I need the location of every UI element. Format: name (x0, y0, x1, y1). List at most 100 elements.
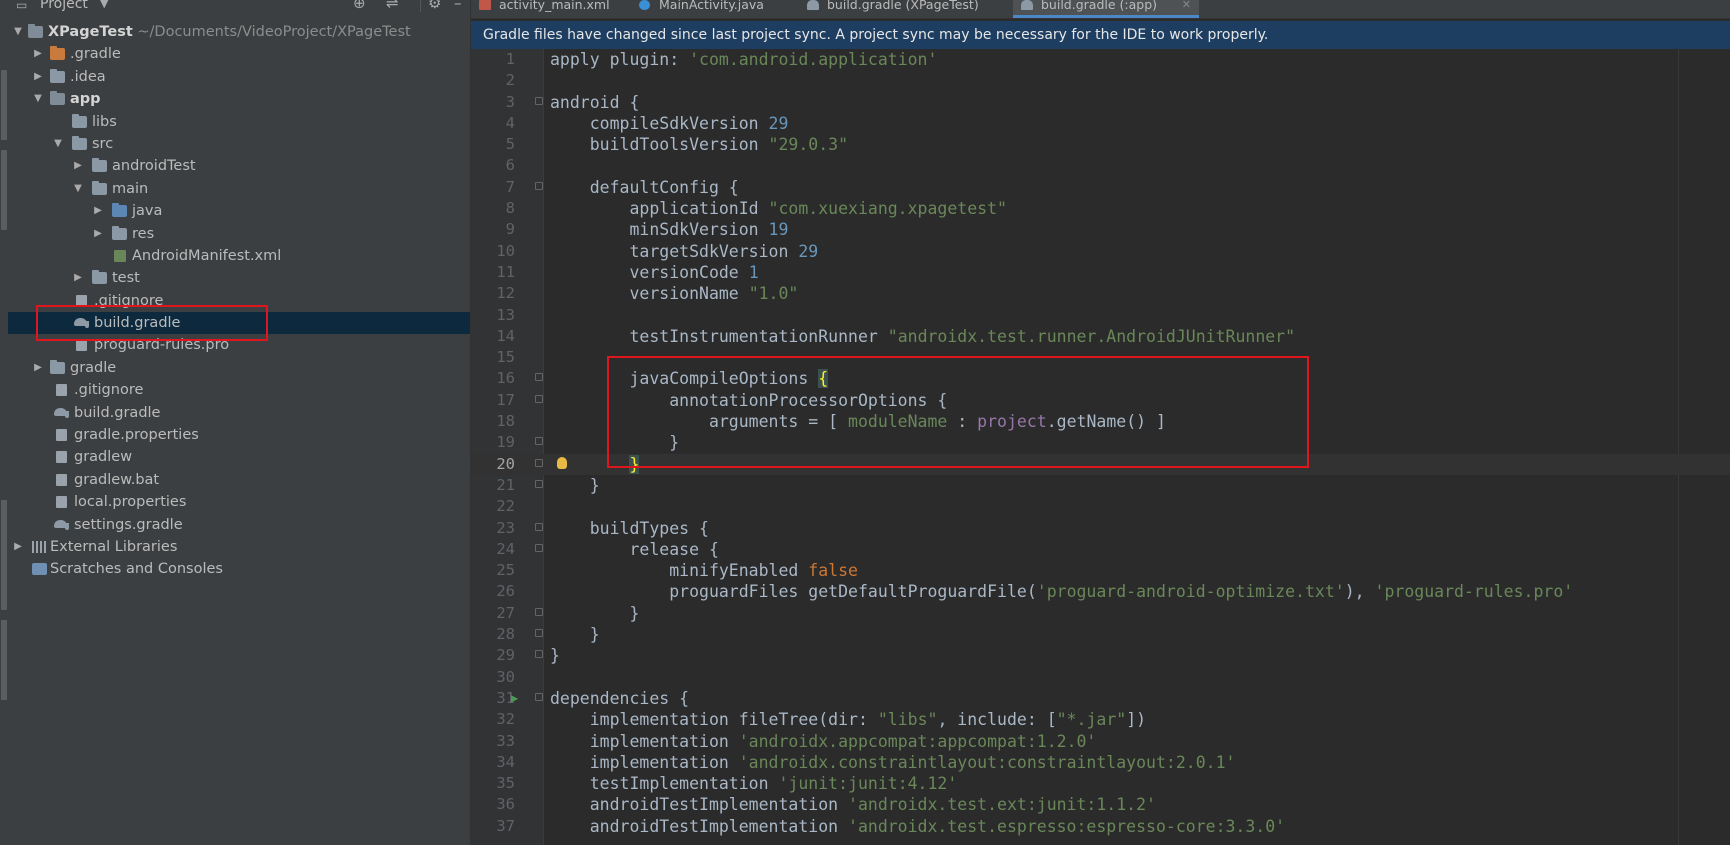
code-line[interactable]: 14 testInstrumentationRunner "androidx.t… (471, 326, 1730, 347)
tree-item-res[interactable]: ▶ res (8, 223, 470, 245)
tree-item-main[interactable]: ▼ main (8, 178, 470, 200)
code-line[interactable]: 30 (471, 667, 1730, 688)
code-line[interactable]: 15 (471, 347, 1730, 368)
tree-item-proguard-rules[interactable]: proguard-rules.pro (8, 334, 470, 356)
fold-marker-icon[interactable] (535, 458, 543, 467)
chevron-down-icon[interactable]: ▼ (72, 178, 84, 200)
chevron-down-icon[interactable]: ▼ (32, 88, 44, 110)
chevron-down-icon[interactable]: ▼ (100, 0, 108, 11)
tree-item-scratches[interactable]: Scratches and Consoles (8, 558, 470, 580)
chevron-right-icon[interactable]: ▶ (12, 536, 24, 558)
code-line[interactable]: 3 android { (471, 92, 1730, 113)
tree-item-dot-gradle[interactable]: ▶ .gradle (8, 43, 470, 65)
gear-icon[interactable]: ⚙ (428, 0, 441, 11)
code-line[interactable]: 36 androidTestImplementation 'androidx.t… (471, 794, 1730, 815)
tree-item-idea[interactable]: ▶ .idea (8, 66, 470, 88)
tab-mainactivity-java[interactable]: MainActivity.java (631, 0, 799, 18)
fold-marker-icon[interactable] (535, 650, 543, 659)
tree-item-app[interactable]: ▼ app (8, 88, 470, 110)
tree-item-src[interactable]: ▼ src (8, 133, 470, 155)
code-line[interactable]: 18 arguments = [ moduleName : project.ge… (471, 411, 1730, 432)
tree-item-root-build-gradle[interactable]: build.gradle (8, 402, 470, 424)
chevron-right-icon[interactable]: ▶ (32, 43, 44, 65)
project-panel-title[interactable]: Project (40, 0, 88, 11)
code-line[interactable]: 28 } (471, 624, 1730, 645)
code-line[interactable]: 4 compileSdkVersion 29 (471, 113, 1730, 134)
code-line[interactable]: 35 testImplementation 'junit:junit:4.12' (471, 773, 1730, 794)
chevron-down-icon[interactable]: ▼ (52, 133, 64, 155)
code-line[interactable]: 13 (471, 305, 1730, 326)
code-line[interactable]: 26 proguardFiles getDefaultProguardFile(… (471, 581, 1730, 602)
collapse-icon[interactable]: ⇌ (386, 0, 399, 11)
code-lines[interactable]: 1 apply plugin: 'com.android.application'… (471, 49, 1730, 837)
tab-build-gradle-xpagetest[interactable]: build.gradle (XPageTest) (799, 0, 1013, 18)
target-icon[interactable]: ⊕ (353, 0, 366, 11)
code-line[interactable]: 25 minifyEnabled false (471, 560, 1730, 581)
tree-item-gradle-folder[interactable]: ▶ gradle (8, 357, 470, 379)
tree-item-gradle-properties[interactable]: gradle.properties (8, 424, 470, 446)
code-line[interactable]: 37 androidTestImplementation 'androidx.t… (471, 816, 1730, 837)
code-line[interactable]: 19 } (471, 432, 1730, 453)
chevron-right-icon[interactable]: ▶ (32, 357, 44, 379)
tree-item-androidtest[interactable]: ▶ androidTest (8, 155, 470, 177)
tree-item-root-gitignore[interactable]: .gitignore (8, 379, 470, 401)
tree-item-androidmanifest[interactable]: AndroidManifest.xml (8, 245, 470, 267)
code-line[interactable]: 7 defaultConfig { (471, 177, 1730, 198)
tree-item-java[interactable]: ▶ java (8, 200, 470, 222)
fold-marker-icon[interactable] (535, 692, 543, 701)
fold-marker-icon[interactable] (535, 607, 543, 616)
code-line[interactable]: 2 (471, 70, 1730, 91)
code-line[interactable]: 1 apply plugin: 'com.android.application' (471, 49, 1730, 70)
tree-item-app-build-gradle[interactable]: build.gradle (8, 312, 470, 335)
fold-marker-icon[interactable] (535, 373, 543, 382)
project-tool-tab[interactable] (1, 70, 7, 140)
tree-item-test[interactable]: ▶ test (8, 267, 470, 289)
code-line[interactable]: 22 (471, 496, 1730, 517)
code-line[interactable]: 32 implementation fileTree(dir: "libs", … (471, 709, 1730, 730)
code-line[interactable]: 8 applicationId "com.xuexiang.xpagetest" (471, 198, 1730, 219)
tree-item-gradlew-bat[interactable]: gradlew.bat (8, 469, 470, 491)
code-line[interactable]: 9 minSdkVersion 19 (471, 219, 1730, 240)
fold-marker-icon[interactable] (535, 522, 543, 531)
tree-item-gradlew[interactable]: gradlew (8, 446, 470, 468)
code-line[interactable]: 27 } (471, 603, 1730, 624)
close-icon[interactable]: ✕ (1182, 0, 1191, 11)
run-gutter-icon[interactable]: ▶ (511, 688, 518, 709)
chevron-right-icon[interactable]: ▶ (72, 155, 84, 177)
chevron-right-icon[interactable]: ▶ (92, 223, 104, 245)
tree-item-settings-gradle[interactable]: settings.gradle (8, 514, 470, 536)
favorites-tool-tab[interactable] (1, 620, 7, 700)
code-line[interactable]: 12 versionName "1.0" (471, 283, 1730, 304)
structure-tool-tab[interactable] (1, 500, 7, 610)
tree-item-external-libraries[interactable]: ▶ External Libraries (8, 536, 470, 558)
code-line[interactable]: 17 annotationProcessorOptions { (471, 390, 1730, 411)
code-line[interactable]: 11 versionCode 1 (471, 262, 1730, 283)
code-line[interactable]: 6 (471, 155, 1730, 176)
code-editor[interactable]: 1 apply plugin: 'com.android.application'… (471, 49, 1730, 845)
code-line[interactable]: 20 } (471, 453, 1730, 475)
tree-item-local-properties[interactable]: local.properties (8, 491, 470, 513)
tab-build-gradle-app[interactable]: build.gradle (:app) ✕ (1013, 0, 1199, 18)
code-line[interactable]: 33 implementation 'androidx.appcompat:ap… (471, 731, 1730, 752)
code-line[interactable]: 29} (471, 645, 1730, 666)
resource-manager-tool-tab[interactable] (1, 150, 7, 230)
code-line[interactable]: 16 javaCompileOptions { (471, 368, 1730, 389)
fold-marker-icon[interactable] (535, 96, 543, 105)
tree-item-libs[interactable]: libs (8, 111, 470, 133)
fold-marker-icon[interactable] (535, 543, 543, 552)
fold-marker-icon[interactable] (535, 437, 543, 446)
fold-marker-icon[interactable] (535, 394, 543, 403)
tab-activity-main-xml[interactable]: activity_main.xml (471, 0, 631, 18)
hide-icon[interactable]: – (454, 0, 462, 11)
chevron-right-icon[interactable]: ▶ (92, 200, 104, 222)
code-line[interactable]: 24 release { (471, 539, 1730, 560)
chevron-right-icon[interactable]: ▶ (32, 66, 44, 88)
chevron-right-icon[interactable]: ▶ (72, 267, 84, 289)
fold-marker-icon[interactable] (535, 629, 543, 638)
code-line[interactable]: 21 } (471, 475, 1730, 496)
fold-marker-icon[interactable] (535, 181, 543, 190)
chevron-down-icon[interactable]: ▼ (12, 21, 24, 43)
code-line[interactable]: 23 buildTypes { (471, 518, 1730, 539)
code-line[interactable]: 5 buildToolsVersion "29.0.3" (471, 134, 1730, 155)
code-line[interactable]: 31 ▶ dependencies { (471, 688, 1730, 709)
